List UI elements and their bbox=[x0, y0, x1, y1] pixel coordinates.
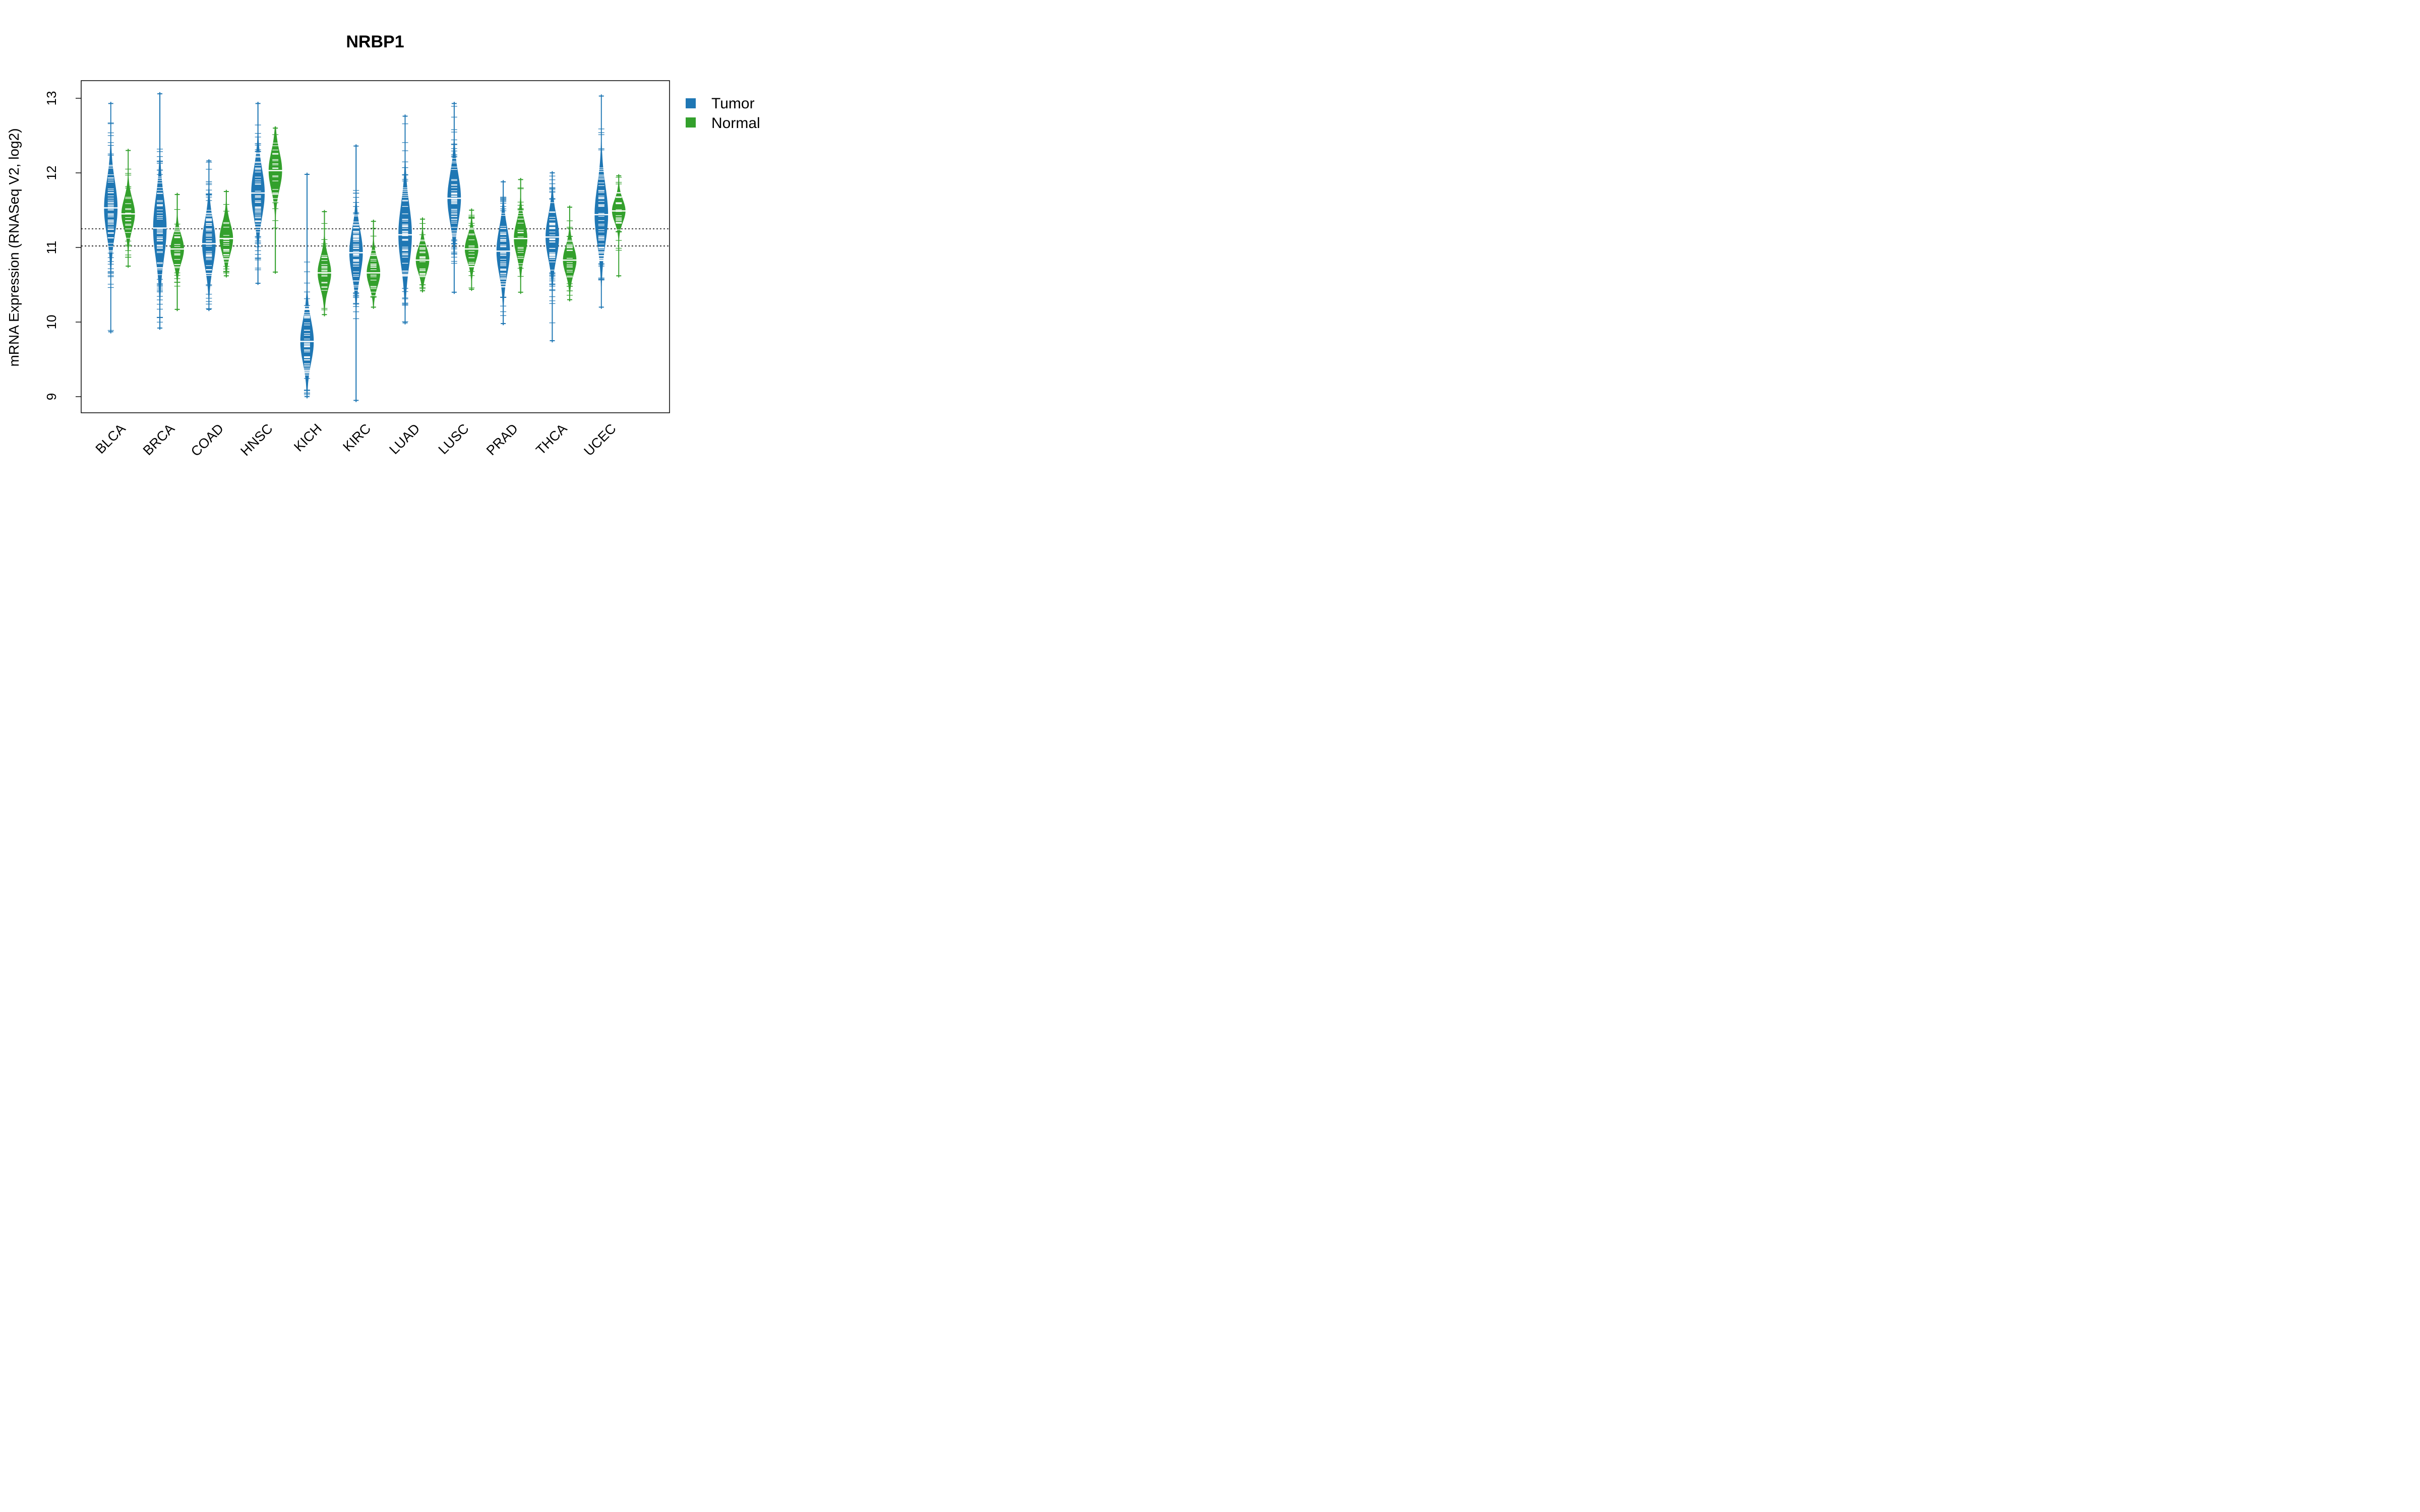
y-tick-label: 11 bbox=[44, 241, 59, 255]
bean-hnsc-normal bbox=[268, 126, 283, 274]
bean-luad-tumor bbox=[398, 114, 412, 325]
x-tick-label: THCA bbox=[533, 421, 570, 458]
x-tick-label: UCEC bbox=[581, 421, 619, 459]
bean-density bbox=[563, 205, 577, 301]
x-tick-label: BLCA bbox=[93, 421, 129, 457]
bean-density bbox=[367, 219, 381, 309]
plot-area bbox=[81, 80, 670, 413]
y-tick-label: 9 bbox=[44, 393, 59, 400]
bean-density bbox=[465, 208, 478, 291]
bean-kich-tumor bbox=[299, 172, 314, 399]
bean-prad-tumor bbox=[496, 180, 511, 326]
bean-hnsc-tumor bbox=[251, 102, 265, 285]
legend-swatch-tumor bbox=[686, 98, 696, 108]
bean-lusc-normal bbox=[464, 208, 479, 291]
bean-thca-normal bbox=[562, 205, 577, 301]
x-tick-label: HNSC bbox=[237, 421, 275, 459]
bean-ucec-normal bbox=[612, 174, 626, 278]
y-tick-label: 13 bbox=[44, 91, 59, 106]
legend-label-tumor: Tumor bbox=[711, 95, 755, 112]
bean-density bbox=[153, 92, 167, 330]
bean-coad-normal bbox=[219, 190, 233, 278]
bean-density bbox=[268, 126, 282, 274]
bean-density bbox=[612, 174, 626, 278]
chart-title: NRBP1 bbox=[346, 32, 404, 51]
x-axis-labels: BLCA BRCA COAD HNSC KICH KIRC LUAD LUSC PRAD THCA… bbox=[93, 421, 619, 459]
legend-swatch-normal bbox=[686, 117, 696, 128]
plot-frame bbox=[81, 80, 670, 413]
bean-density bbox=[104, 102, 118, 334]
y-axis: 9 10 11 12 13 bbox=[44, 91, 81, 400]
y-tick-label: 12 bbox=[44, 166, 59, 180]
bean-blca-normal bbox=[121, 149, 136, 268]
bean-density bbox=[349, 144, 363, 402]
bean-kirc-normal bbox=[366, 219, 381, 309]
bean-density bbox=[318, 210, 331, 317]
bean-plot-chart: NRBP1 mRNA Expression (RNASeq V2, log2) … bbox=[6, 32, 760, 459]
y-axis-label: mRNA Expression (RNASeq V2, log2) bbox=[6, 128, 22, 366]
bean-density bbox=[170, 193, 184, 311]
y-tick-label: 10 bbox=[44, 315, 59, 330]
legend-label-normal: Normal bbox=[711, 115, 760, 132]
x-tick-label: LUAD bbox=[386, 421, 422, 457]
bean-coad-tumor bbox=[202, 159, 216, 311]
x-tick-label: LUSC bbox=[436, 421, 472, 457]
bean-blca-tumor bbox=[103, 102, 118, 334]
bean-density bbox=[300, 172, 314, 399]
bean-brca-normal bbox=[170, 193, 185, 311]
bean-kich-normal bbox=[317, 210, 332, 317]
x-tick-label: KICH bbox=[291, 421, 325, 455]
x-tick-label: KIRC bbox=[340, 421, 374, 455]
bean-kirc-tumor bbox=[349, 144, 364, 402]
x-tick-label: COAD bbox=[188, 421, 226, 459]
x-tick-label: PRAD bbox=[483, 421, 521, 458]
legend: Tumor Normal bbox=[686, 95, 760, 132]
bean-ucec-tumor bbox=[594, 94, 609, 309]
bean-thca-tumor bbox=[545, 171, 560, 343]
bean-prad-normal bbox=[513, 177, 528, 294]
x-tick-label: BRCA bbox=[140, 421, 177, 458]
bean-brca-tumor bbox=[153, 92, 167, 330]
bean-density bbox=[121, 149, 135, 268]
beans bbox=[81, 92, 670, 402]
bean-density bbox=[219, 190, 233, 278]
bean-lusc-tumor bbox=[447, 102, 461, 294]
